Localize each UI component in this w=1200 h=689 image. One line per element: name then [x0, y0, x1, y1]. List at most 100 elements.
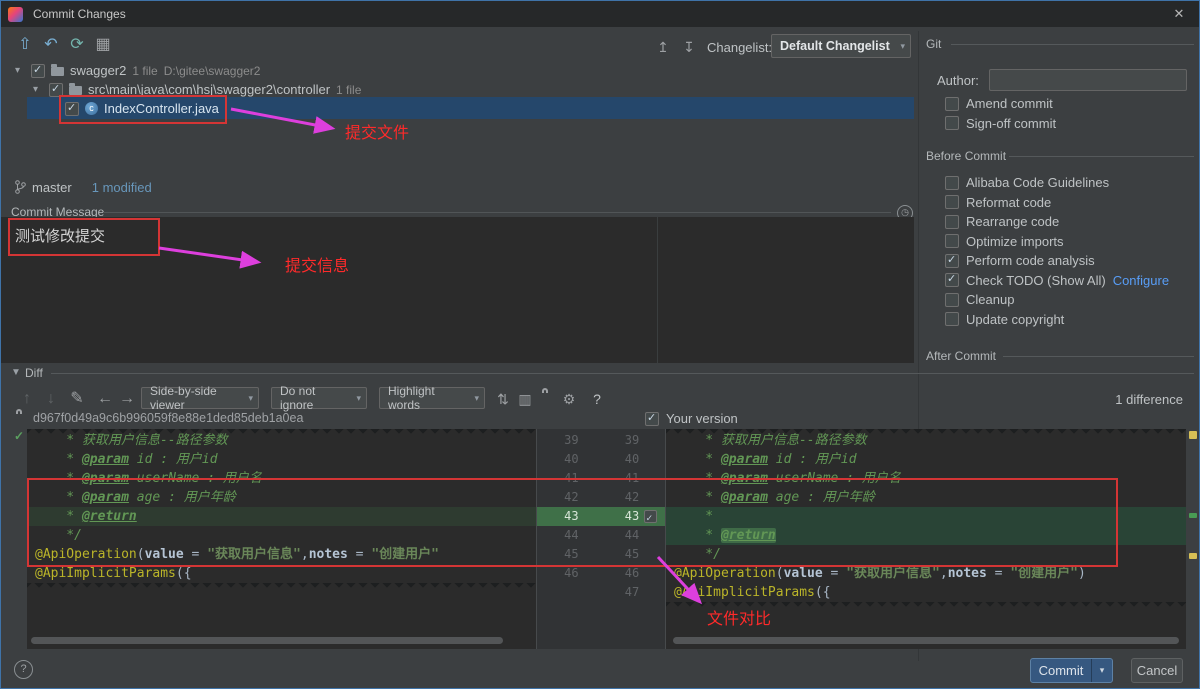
- change-stripe-mark[interactable]: [1189, 513, 1197, 518]
- highlight-value: Highlight words: [388, 384, 468, 412]
- checkbox[interactable]: [49, 83, 63, 97]
- commit-button[interactable]: Commit ▾: [1030, 658, 1113, 683]
- chevron-down-icon: ▾: [248, 393, 253, 404]
- checkbox[interactable]: [945, 234, 959, 248]
- checkbox[interactable]: [945, 254, 959, 268]
- commit-icon[interactable]: ⇧: [15, 35, 35, 55]
- diff-collapse-icon[interactable]: ▼: [11, 367, 21, 378]
- before-commit-option[interactable]: Reformat code: [945, 193, 1195, 213]
- warning-stripe-mark[interactable]: [1189, 431, 1197, 439]
- branch-row: master 1 modified: [15, 178, 152, 196]
- viewer-dropdown[interactable]: Side-by-side viewer ▾: [141, 387, 259, 409]
- diff-left-marker-strip: ✓: [13, 429, 27, 649]
- line-number-right: 42: [609, 488, 639, 507]
- git-option[interactable]: Amend commit: [945, 94, 1185, 114]
- checkbox[interactable]: [945, 215, 959, 229]
- rollback-icon[interactable]: ↶: [41, 35, 61, 55]
- configure-link[interactable]: Configure: [1113, 273, 1169, 288]
- before-commit-option[interactable]: Cleanup: [945, 290, 1195, 310]
- back-icon[interactable]: ←: [95, 389, 115, 409]
- line-number-left: 39: [537, 431, 583, 450]
- before-commit-options: Alibaba Code GuidelinesReformat codeRear…: [945, 173, 1195, 329]
- checkbox[interactable]: [945, 116, 959, 130]
- help-icon[interactable]: ?: [587, 389, 607, 409]
- changelist-dropdown[interactable]: Default Changelist ▾: [771, 34, 911, 58]
- expand-all-icon[interactable]: ↥: [653, 37, 673, 57]
- synchronize-columns-icon[interactable]: ▥: [515, 389, 535, 409]
- commit-message-text[interactable]: 测试修改提交: [15, 225, 105, 246]
- git-section-title: Git: [926, 37, 941, 51]
- author-input[interactable]: [989, 69, 1187, 91]
- chevron-down-icon[interactable]: ▾: [15, 65, 25, 76]
- before-commit-option-label: Check TODO (Show All): [966, 273, 1106, 288]
- revision-hash: d967f0d49a9c6b996059f8e88e1ded85deb1a0ea: [33, 411, 303, 425]
- folder-name: src\main\java\com\hsj\swagger2\controlle…: [88, 82, 330, 97]
- titlebar: Commit Changes ✕: [1, 1, 1199, 27]
- code-line: @ApiOperation(value = "获取用户信息",notes = "…: [27, 545, 536, 564]
- commit-dropdown-arrow-icon[interactable]: ▾: [1091, 659, 1112, 682]
- difference-count: 1 difference: [1115, 392, 1183, 407]
- git-option[interactable]: Sign-off commit: [945, 114, 1185, 134]
- gear-icon[interactable]: ⚙: [559, 389, 579, 409]
- include-change-checkbox[interactable]: [644, 510, 657, 523]
- line-number-left: 46: [537, 564, 583, 583]
- annotation-label-message: 提交信息: [285, 252, 349, 276]
- before-commit-option[interactable]: Alibaba Code Guidelines: [945, 173, 1195, 193]
- git-option-label: Sign-off commit: [966, 116, 1056, 131]
- commit-button-label[interactable]: Commit: [1031, 659, 1091, 682]
- highlight-dropdown[interactable]: Highlight words ▾: [379, 387, 485, 409]
- chevron-down-icon[interactable]: ▾: [33, 84, 43, 95]
- next-difference-icon[interactable]: ↓: [41, 389, 61, 409]
- diff-gutter-row: 4040: [537, 450, 665, 469]
- group-by-icon[interactable]: ▦: [93, 35, 113, 55]
- annotation-label-diff: 文件对比: [707, 605, 771, 629]
- checkbox[interactable]: [31, 64, 45, 78]
- code-line: @ApiImplicitParams({: [666, 583, 1186, 602]
- code-line: *: [666, 507, 1186, 526]
- checkbox[interactable]: [945, 293, 959, 307]
- diff-section-title: Diff: [25, 366, 43, 380]
- collapse-all-icon[interactable]: ↧: [679, 37, 699, 57]
- diff-gutter-row: 39 39: [537, 431, 665, 450]
- before-commit-option[interactable]: Perform code analysis: [945, 251, 1195, 271]
- diff-gutter-row: 4242: [537, 488, 665, 507]
- checkbox[interactable]: [945, 176, 959, 190]
- left-pane-scrollbar[interactable]: [31, 637, 503, 644]
- checkbox[interactable]: [65, 102, 79, 116]
- warning-stripe-mark[interactable]: [1189, 553, 1197, 559]
- checkbox[interactable]: [945, 312, 959, 326]
- previous-difference-icon[interactable]: ↑: [17, 389, 37, 409]
- edit-icon[interactable]: ✎: [67, 389, 87, 409]
- branch-name[interactable]: master: [32, 180, 72, 195]
- checkbox[interactable]: [945, 195, 959, 209]
- commit-message-editor[interactable]: 测试修改提交: [1, 217, 914, 363]
- line-number-right: 39: [609, 431, 639, 450]
- checkbox[interactable]: [945, 273, 959, 287]
- refresh-icon[interactable]: ⟳: [67, 35, 87, 55]
- divider: [1009, 156, 1194, 157]
- forward-icon[interactable]: →: [117, 389, 137, 409]
- before-commit-option[interactable]: Update copyright: [945, 310, 1195, 330]
- divider: [103, 212, 891, 213]
- code-line: */: [666, 545, 1186, 564]
- before-commit-option[interactable]: Check TODO (Show All) Configure: [945, 271, 1195, 291]
- collapse-unchanged-icon[interactable]: ⇅: [493, 389, 513, 409]
- help-button[interactable]: ?: [14, 660, 33, 679]
- right-pane-scrollbar[interactable]: [673, 637, 1179, 644]
- tree-row-file[interactable]: c IndexController.java: [65, 101, 219, 116]
- root-path: D:\gitee\swagger2: [164, 64, 261, 78]
- changelist-value: Default Changelist: [780, 39, 890, 53]
- diff-left-pane[interactable]: * 获取用户信息--路径参数 * @param id : 用户id * @par…: [27, 429, 536, 649]
- root-meta: 1 file: [132, 64, 157, 78]
- change-applied-check-icon[interactable]: ✓: [14, 429, 24, 443]
- tree-row-root[interactable]: ▾ swagger2 1 file D:\gitee\swagger2: [15, 61, 260, 80]
- cancel-button[interactable]: Cancel: [1131, 658, 1183, 683]
- whitespace-dropdown[interactable]: Do not ignore ▾: [271, 387, 367, 409]
- before-commit-option-label: Update copyright: [966, 312, 1064, 327]
- checkbox[interactable]: [945, 97, 959, 111]
- before-commit-option[interactable]: Optimize imports: [945, 232, 1195, 252]
- before-commit-option[interactable]: Rearrange code: [945, 212, 1195, 232]
- line-number-left: 41: [537, 469, 583, 488]
- modified-count[interactable]: 1 modified: [92, 180, 152, 195]
- close-icon[interactable]: ✕: [1169, 5, 1189, 23]
